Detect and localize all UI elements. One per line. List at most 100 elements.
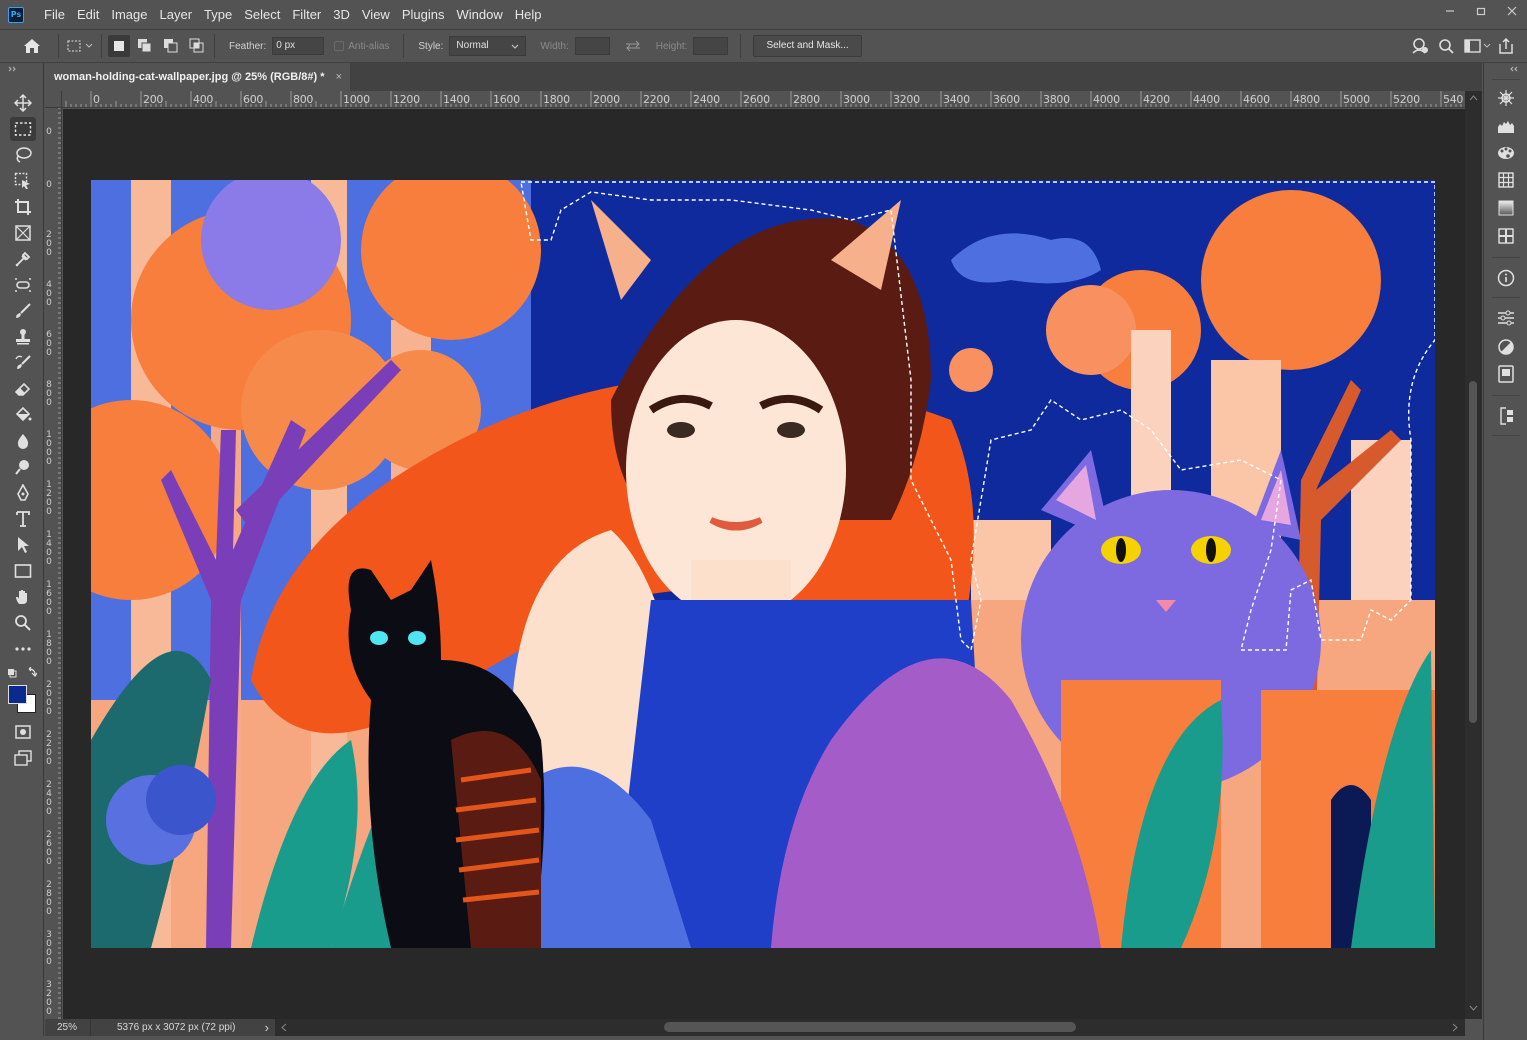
menu-layer[interactable]: Layer [154, 0, 199, 29]
object-selection-tool[interactable] [10, 169, 36, 193]
clone-stamp-tool[interactable] [10, 325, 36, 349]
close-window-button[interactable] [1496, 0, 1527, 22]
height-input[interactable] [693, 37, 729, 55]
rectangular-marquee-tool[interactable] [10, 117, 36, 141]
ellipsis-icon [15, 647, 31, 651]
status-menu-arrow[interactable]: › [265, 1020, 275, 1035]
horizontal-scrollbar[interactable] [275, 1019, 1465, 1036]
menu-help[interactable]: Help [509, 0, 548, 29]
horizontal-scroll-thumb[interactable] [664, 1022, 1076, 1032]
zoom-tool[interactable] [10, 611, 36, 635]
workspace-button[interactable] [1463, 35, 1493, 57]
scroll-right-icon[interactable] [1452, 1023, 1458, 1032]
share-icon [1499, 38, 1513, 54]
menu-3d[interactable]: 3D [327, 0, 356, 29]
document-image[interactable] [91, 180, 1435, 948]
patterns-panel-button[interactable] [1494, 225, 1518, 247]
brush-tool[interactable] [10, 299, 36, 323]
share-user-button[interactable] [1409, 35, 1431, 57]
histogram-panel-button[interactable] [1494, 115, 1518, 137]
expand-panels-icon[interactable] [1510, 66, 1520, 72]
scroll-down-icon[interactable] [1469, 1005, 1478, 1011]
collapse-panel-icon[interactable] [8, 66, 18, 72]
right-panel-dock [1483, 63, 1527, 1040]
swatches-panel-button[interactable] [1494, 169, 1518, 191]
lasso-tool[interactable] [10, 143, 36, 167]
search-button[interactable] [1435, 35, 1457, 57]
eraser-tool[interactable] [10, 377, 36, 401]
move-tool[interactable] [10, 91, 36, 115]
dodge-icon [15, 460, 29, 475]
ruler-top-label: 3400 [943, 93, 970, 106]
home-button[interactable] [20, 35, 44, 57]
ruler-origin[interactable] [45, 91, 62, 108]
antialias-checkbox[interactable] [334, 41, 345, 51]
select-and-mask-button[interactable]: Select and Mask... [753, 35, 862, 57]
close-icon [1507, 6, 1516, 16]
properties-panel-button[interactable] [1494, 307, 1518, 329]
menu-type[interactable]: Type [198, 0, 238, 29]
menu-file[interactable]: File [38, 0, 71, 29]
blur-tool[interactable] [10, 429, 36, 453]
canvas-area[interactable] [63, 109, 1465, 1019]
hand-tool[interactable] [10, 585, 36, 609]
gradient-icon [1498, 200, 1514, 216]
menu-filter[interactable]: Filter [286, 0, 327, 29]
info-panel-button[interactable] [1494, 267, 1518, 289]
style-select[interactable]: Normal [449, 36, 527, 56]
menu-image[interactable]: Image [105, 0, 153, 29]
layers-panel-button[interactable] [1494, 405, 1518, 427]
scroll-up-icon[interactable] [1469, 95, 1478, 101]
menu-plugins[interactable]: Plugins [396, 0, 451, 29]
history-brush-tool[interactable] [10, 351, 36, 375]
foreground-color-swatch[interactable] [8, 685, 27, 704]
type-tool[interactable] [10, 507, 36, 531]
crop-tool[interactable] [10, 195, 36, 219]
menu-view[interactable]: View [356, 0, 396, 29]
gradients-panel-button[interactable] [1494, 197, 1518, 219]
menu-select[interactable]: Select [238, 0, 286, 29]
scroll-left-icon[interactable] [281, 1023, 287, 1032]
document-tab[interactable]: woman-holding-cat-wallpaper.jpg @ 25% (R… [45, 63, 350, 91]
paint-bucket-tool[interactable] [10, 403, 36, 427]
frame-tool[interactable] [10, 221, 36, 245]
zoom-level[interactable]: 25% [45, 1019, 91, 1036]
new-selection-button[interactable] [108, 35, 130, 57]
vertical-scrollbar[interactable] [1465, 91, 1482, 1019]
spot-healing-tool[interactable] [10, 273, 36, 297]
pen-tool[interactable] [10, 481, 36, 505]
subtract-selection-button[interactable] [160, 35, 182, 57]
minimize-button[interactable] [1434, 0, 1465, 22]
tools-panel [0, 63, 44, 1040]
feather-input[interactable]: 0 px [272, 37, 325, 55]
vertical-scroll-thumb[interactable] [1469, 381, 1477, 723]
adjustments-panel-button[interactable] [1494, 336, 1518, 358]
libraries-panel-button[interactable] [1494, 363, 1518, 385]
add-to-selection-button[interactable] [134, 35, 156, 57]
restore-button[interactable] [1465, 0, 1496, 22]
menu-window[interactable]: Window [450, 0, 508, 29]
swap-dimensions-button[interactable] [622, 35, 644, 57]
close-tab-icon[interactable]: × [336, 63, 342, 91]
export-share-button[interactable] [1495, 35, 1517, 57]
ruler-left-label: 3 0 0 0 [46, 930, 52, 967]
ruler-top-label: 540 [1443, 93, 1464, 106]
dodge-tool[interactable] [10, 455, 36, 479]
more-tools-button[interactable] [10, 637, 36, 661]
screen-mode-button[interactable] [10, 746, 36, 770]
menu-edit[interactable]: Edit [71, 0, 105, 29]
marquee-preset-button[interactable] [65, 35, 95, 57]
user-icon [1412, 38, 1428, 54]
rectangle-tool[interactable] [10, 559, 36, 583]
object-selection-icon [14, 172, 30, 189]
navigator-panel-button[interactable] [1494, 87, 1518, 109]
width-input[interactable] [574, 37, 610, 55]
swap-colors-icon[interactable] [7, 667, 37, 681]
path-selection-tool[interactable] [10, 533, 36, 557]
ruler-top-label: 3000 [843, 93, 870, 106]
quick-mask-button[interactable] [10, 720, 36, 744]
intersect-selection-button[interactable] [186, 35, 208, 57]
type-icon [16, 511, 30, 527]
color-panel-button[interactable] [1494, 142, 1518, 164]
eyedropper-tool[interactable] [10, 247, 36, 271]
